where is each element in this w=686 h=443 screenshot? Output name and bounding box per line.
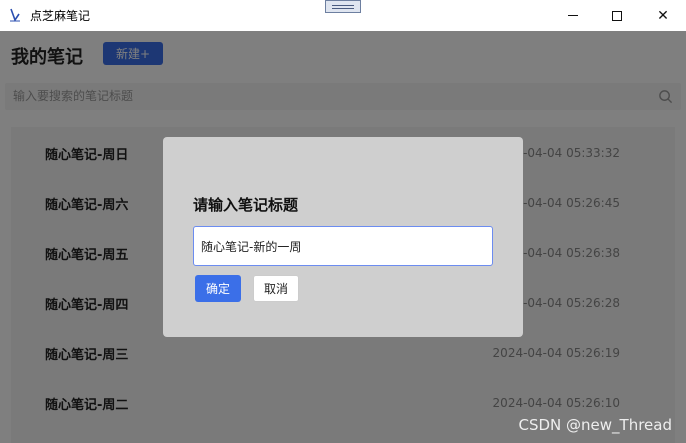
close-icon: ✕ (657, 7, 669, 24)
window-title: 点芝麻笔记 (30, 9, 91, 23)
note-title-input[interactable] (193, 226, 493, 266)
minimize-button[interactable] (550, 0, 596, 31)
minimize-icon (568, 15, 578, 16)
window-titlebar: 点芝麻笔记 ✕ (0, 0, 686, 31)
watermark: CSDN @new_Thread (518, 416, 673, 434)
close-button[interactable]: ✕ (640, 0, 686, 31)
cancel-button[interactable]: 取消 (253, 275, 299, 302)
dialog-title: 请输入笔记标题 (193, 196, 299, 214)
maximize-icon (612, 10, 622, 21)
drag-handle[interactable] (325, 0, 361, 13)
app-logo-icon (10, 8, 20, 22)
new-note-dialog: 请输入笔记标题 确定 取消 (163, 137, 523, 337)
maximize-button[interactable] (594, 0, 640, 31)
confirm-button[interactable]: 确定 (195, 275, 241, 302)
